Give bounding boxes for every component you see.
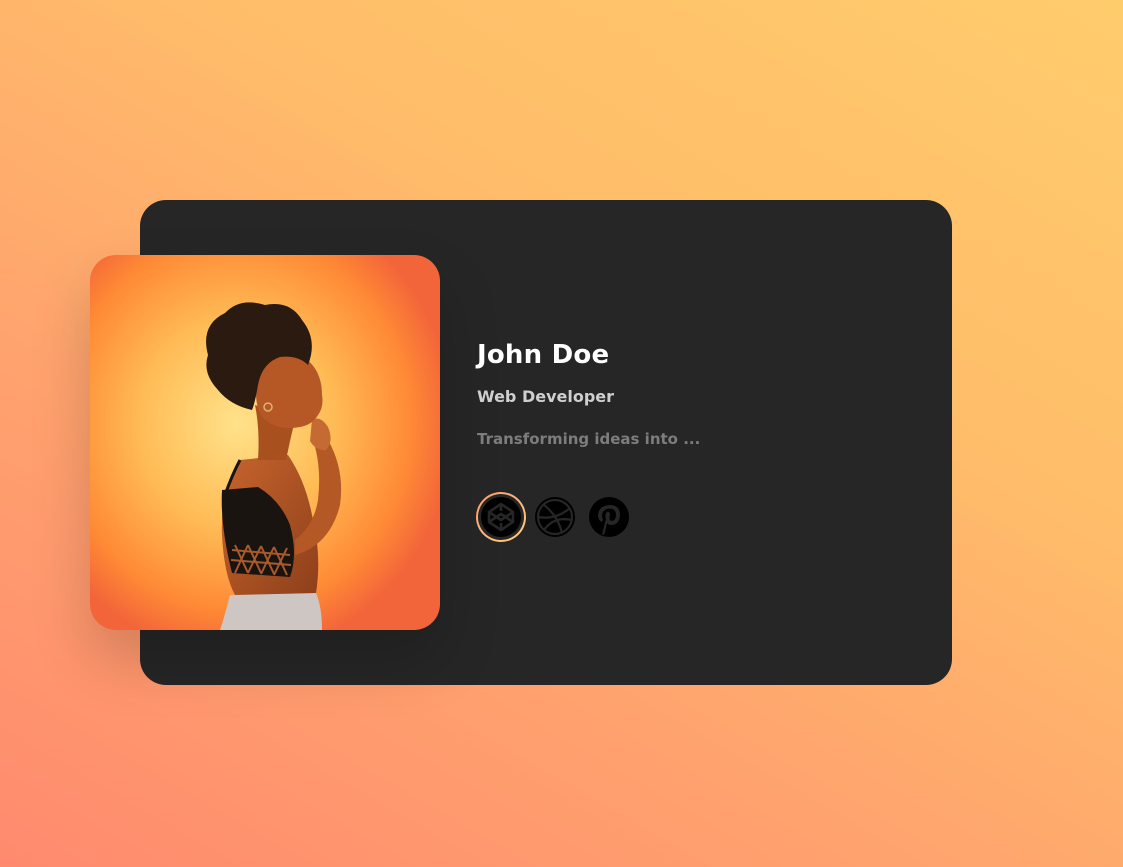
profile-name: John Doe xyxy=(477,340,610,370)
profile-info: John Doe Web Developer Transforming idea… xyxy=(477,338,917,450)
pinterest-icon xyxy=(589,497,629,537)
pinterest-link[interactable] xyxy=(588,496,630,538)
codepen-link[interactable] xyxy=(476,492,526,542)
social-links xyxy=(476,490,630,544)
dribbble-link[interactable] xyxy=(534,496,576,538)
profile-role: Web Developer xyxy=(477,387,615,406)
codepen-icon xyxy=(481,497,521,537)
dribbble-icon xyxy=(535,497,575,537)
profile-photo xyxy=(90,255,440,630)
profile-bio: Transforming ideas into ... xyxy=(477,430,701,448)
